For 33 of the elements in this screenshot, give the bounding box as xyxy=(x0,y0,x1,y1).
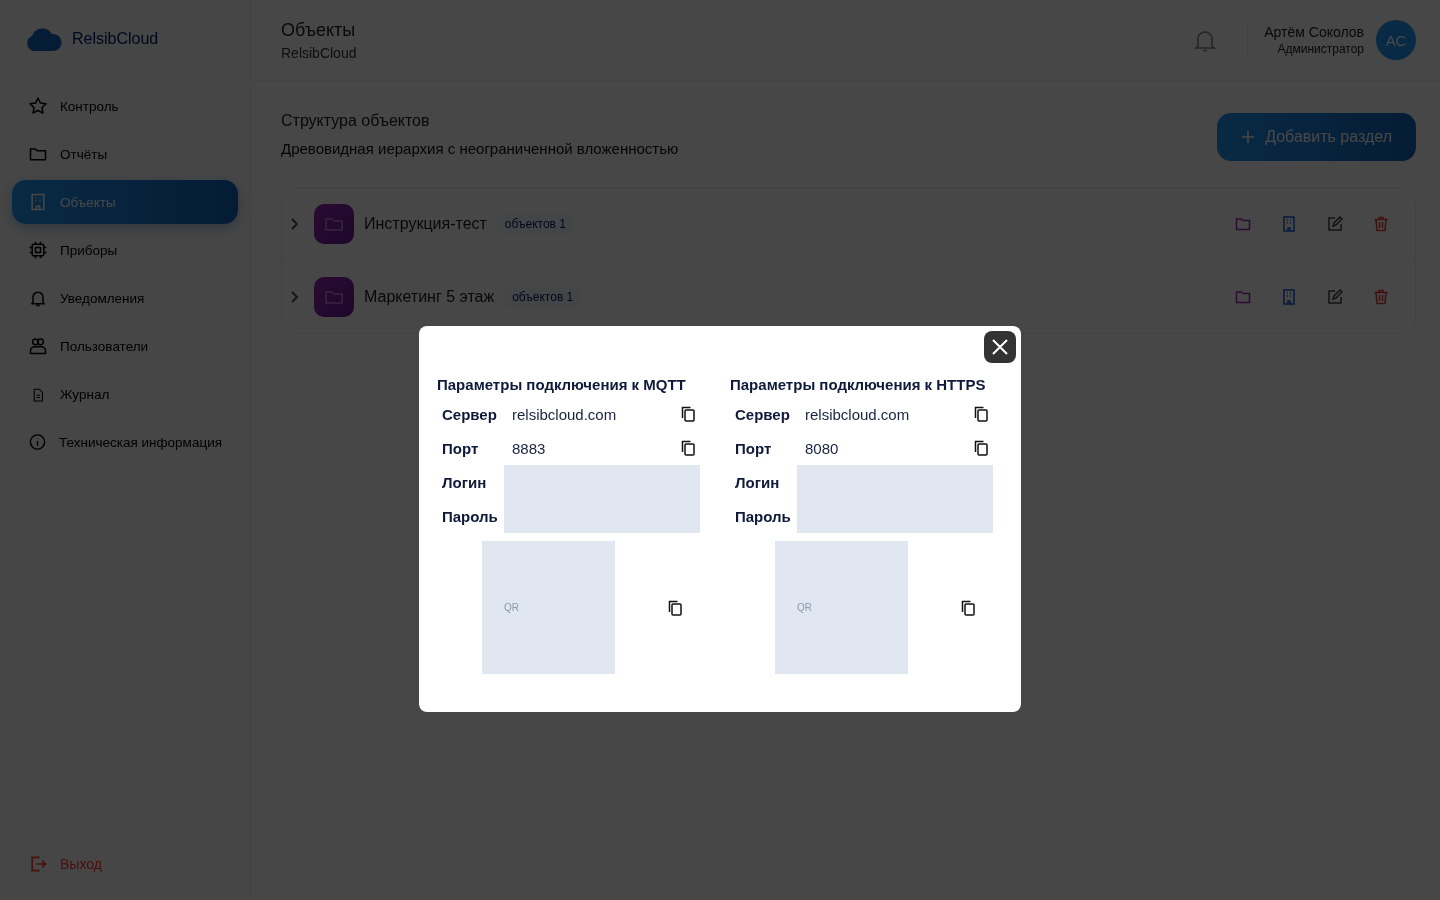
column-title: Параметры подключения к MQTT xyxy=(437,376,687,393)
field-label: Порт xyxy=(735,439,773,457)
copy-icon[interactable] xyxy=(680,440,696,456)
copy-icon[interactable] xyxy=(960,599,976,616)
field-value: relsibcloud.com xyxy=(512,405,618,423)
copy-icon[interactable] xyxy=(667,599,683,616)
qr-label: QR xyxy=(797,602,812,613)
field-value: 8080 xyxy=(805,439,840,457)
copy-icon[interactable] xyxy=(973,440,989,456)
section-title: Структура объектов xyxy=(281,111,431,130)
field-label: Пароль xyxy=(735,507,792,525)
field-label: Логин xyxy=(735,473,781,491)
field-value: relsibcloud.com xyxy=(805,405,911,423)
field-label: Сервер xyxy=(442,405,498,423)
qr-label: QR xyxy=(504,602,519,613)
page-title: Объекты xyxy=(281,19,357,41)
user-name: Артём Соколов xyxy=(1264,24,1364,40)
close-button[interactable] xyxy=(984,331,1016,363)
copy-icon[interactable] xyxy=(680,406,696,422)
copy-icon[interactable] xyxy=(973,406,989,422)
field-label: Логин xyxy=(442,473,488,491)
column-title: Параметры подключения к HTTPS xyxy=(730,376,987,393)
field-value: 8883 xyxy=(512,439,547,457)
field-label: Пароль xyxy=(442,507,499,525)
app-name: RelsibCloud xyxy=(72,30,159,48)
field-label: Сервер xyxy=(735,405,791,423)
tree-item-name[interactable]: Маркетинг 5 этаж xyxy=(364,288,495,306)
close-icon xyxy=(992,339,1008,355)
page-subtitle: RelsibCloud xyxy=(281,44,358,61)
field-label: Порт xyxy=(442,439,480,457)
section-description: Древовидная иерархия с неограниченной вложенностью xyxy=(281,139,679,157)
tree-item-name[interactable]: Инструкция-тест xyxy=(364,215,487,233)
user-role: Администратор xyxy=(1277,42,1364,56)
